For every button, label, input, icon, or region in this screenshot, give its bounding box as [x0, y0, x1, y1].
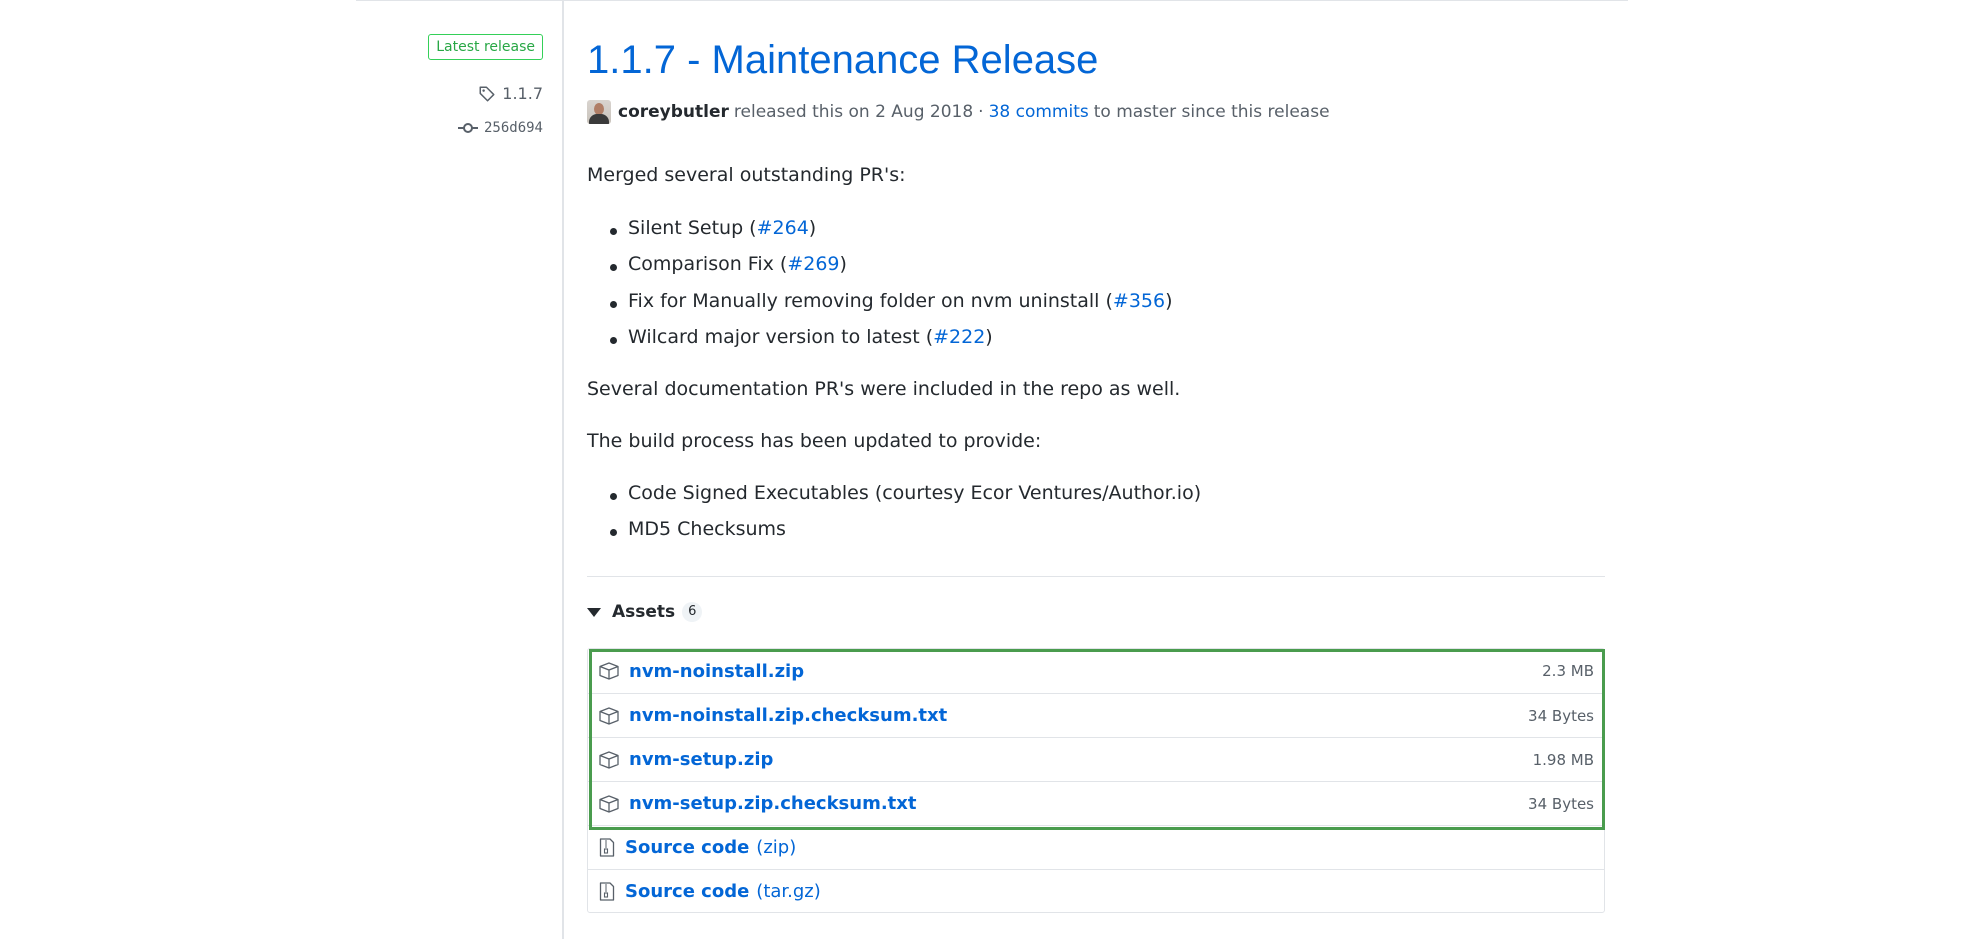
tag-icon: [478, 85, 496, 103]
source-link[interactable]: Source code: [625, 881, 749, 902]
author-link[interactable]: coreybutler: [618, 102, 729, 122]
avatar[interactable]: [587, 100, 611, 124]
asset-link[interactable]: nvm-setup.zip: [629, 749, 773, 770]
asset-row[interactable]: nvm-noinstall.zip.checksum.txt 34 Bytes: [588, 693, 1604, 737]
release-tag-link[interactable]: 1.1.7: [478, 84, 543, 103]
pr-link[interactable]: #264: [757, 217, 809, 239]
assets-toggle[interactable]: Assets 6: [587, 602, 703, 622]
asset-row[interactable]: nvm-setup.zip.checksum.txt 34 Bytes: [588, 781, 1604, 825]
package-icon: [599, 750, 619, 769]
list-item: Comparison Fix (#269): [610, 253, 847, 275]
docs-line: Several documentation PR's were included…: [587, 378, 1181, 400]
triangle-down-icon: [587, 607, 601, 617]
asset-row[interactable]: nvm-setup.zip 1.98 MB: [588, 737, 1604, 781]
meta-separator: ·: [978, 102, 984, 122]
source-format[interactable]: (zip): [756, 837, 796, 858]
latest-release-badge: Latest release: [428, 34, 543, 60]
pr-link[interactable]: #356: [1113, 290, 1165, 312]
asset-size: 2.3 MB: [1542, 662, 1594, 680]
list-item: Wilcard major version to latest (#222): [610, 326, 993, 348]
assets-count: 6: [682, 602, 703, 622]
file-zip-icon: [599, 838, 615, 857]
git-commit-icon: [457, 122, 478, 134]
list-item: Fix for Manually removing folder on nvm …: [610, 290, 1173, 312]
asset-link[interactable]: nvm-noinstall.zip: [629, 661, 804, 682]
divider: [587, 576, 1605, 577]
assets-label: Assets: [612, 602, 676, 622]
pr-link[interactable]: #269: [787, 253, 839, 275]
build-intro: The build process has been updated to pr…: [587, 430, 1042, 452]
file-zip-icon: [599, 882, 615, 901]
asset-size: 1.98 MB: [1532, 750, 1594, 769]
source-row[interactable]: Source code (zip): [588, 825, 1604, 869]
package-icon: [599, 706, 619, 725]
asset-link[interactable]: nvm-setup.zip.checksum.txt: [629, 793, 916, 814]
released-text: released this on 2 Aug 2018: [733, 102, 974, 122]
commit-sha: 256d694: [483, 120, 543, 136]
assets-list: nvm-noinstall.zip 2.3 MB nvm-noinstall.z…: [587, 648, 1605, 913]
pr-link[interactable]: #222: [933, 326, 985, 348]
asset-link[interactable]: nvm-noinstall.zip.checksum.txt: [629, 705, 947, 726]
top-border: [356, 0, 1628, 1]
timeline-divider: [562, 0, 564, 939]
source-row[interactable]: Source code (tar.gz): [588, 869, 1604, 913]
tag-name: 1.1.7: [502, 84, 543, 103]
notes-intro: Merged several outstanding PR's:: [587, 164, 906, 186]
package-icon: [599, 662, 619, 680]
package-icon: [599, 794, 619, 813]
source-format[interactable]: (tar.gz): [756, 881, 820, 902]
source-link[interactable]: Source code: [625, 837, 749, 858]
commit-link[interactable]: 256d694: [457, 120, 543, 136]
asset-size: 34 Bytes: [1528, 706, 1594, 725]
asset-size: 34 Bytes: [1528, 794, 1594, 813]
list-item: Code Signed Executables (courtesy Ecor V…: [609, 482, 1202, 504]
release-meta: coreybutler released this on 2 Aug 2018 …: [587, 100, 1330, 124]
commits-suffix: to master since this release: [1093, 102, 1330, 122]
list-item: MD5 Checksums: [610, 518, 786, 540]
release-title[interactable]: 1.1.7 - Maintenance Release: [587, 38, 1098, 83]
list-item: Silent Setup (#264): [609, 217, 817, 239]
asset-row[interactable]: nvm-noinstall.zip 2.3 MB: [588, 649, 1604, 693]
commits-link[interactable]: 38 commits: [989, 102, 1089, 122]
